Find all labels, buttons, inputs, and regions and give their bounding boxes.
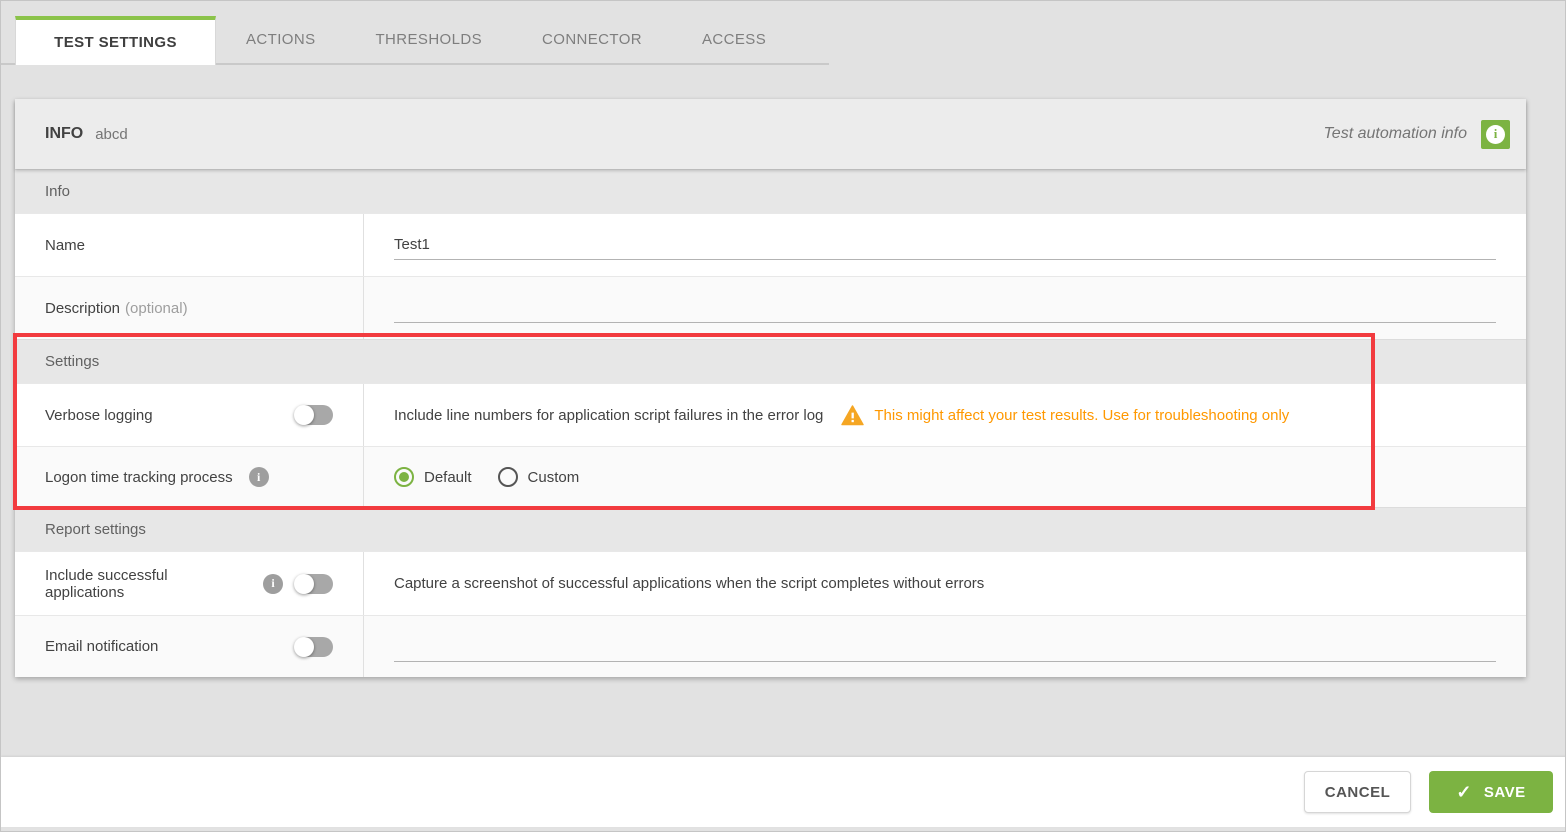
section-report-settings: Report settings: [15, 507, 1526, 551]
description-input[interactable]: [394, 293, 1496, 323]
email-notification-toggle[interactable]: [294, 636, 333, 657]
info-icon[interactable]: i: [1481, 119, 1510, 149]
panel-title: INFO: [45, 125, 84, 142]
panel-header: INFO abcd Test automation info i: [15, 99, 1526, 169]
email-notification-row: Email notification: [15, 615, 1526, 677]
tab-access[interactable]: ACCESS: [672, 16, 796, 63]
verbose-logging-label: Verbose logging: [15, 384, 364, 446]
name-input[interactable]: [394, 230, 1496, 260]
save-button[interactable]: ✓ SAVE: [1429, 771, 1553, 813]
settings-panel: INFO abcd Test automation info i Info Na…: [13, 99, 1526, 677]
radio-custom[interactable]: [497, 467, 518, 487]
include-successful-info-icon[interactable]: i: [263, 573, 283, 594]
name-row: Name: [15, 213, 1526, 276]
section-info: Info: [15, 169, 1526, 213]
logon-info-icon[interactable]: i: [248, 467, 269, 487]
radio-option-default[interactable]: Default: [394, 467, 472, 487]
panel-subtitle: abcd: [95, 125, 128, 143]
warning-icon: [841, 404, 865, 425]
tab-connector[interactable]: CONNECTOR: [512, 16, 672, 63]
include-successful-description: Capture a screenshot of successful appli…: [394, 575, 985, 592]
app-window: TEST SETTINGS ACTIONS THRESHOLDS CONNECT…: [0, 0, 1566, 832]
logon-tracking-label: Logon time tracking process i: [15, 447, 364, 507]
description-row: Description (optional): [15, 276, 1526, 339]
include-successful-row: Include successful applications i Captur…: [15, 551, 1526, 615]
check-icon: ✓: [1456, 781, 1472, 802]
description-label: Description (optional): [15, 277, 364, 339]
test-automation-info-label: Test automation info: [1323, 125, 1468, 142]
logon-tracking-row: Logon time tracking process i Default Cu…: [15, 446, 1526, 507]
email-notification-label: Email notification: [15, 616, 364, 677]
email-input[interactable]: [394, 631, 1496, 662]
verbose-warning-text: This might affect your test results. Use…: [874, 406, 1290, 424]
tab-thresholds[interactable]: THRESHOLDS: [345, 16, 512, 63]
tab-bar: TEST SETTINGS ACTIONS THRESHOLDS CONNECT…: [1, 16, 829, 65]
name-label: Name: [15, 214, 364, 276]
section-settings: Settings: [15, 339, 1526, 383]
verbose-logging-row: Verbose logging Include line numbers for…: [15, 383, 1526, 446]
verbose-logging-toggle[interactable]: [294, 405, 333, 425]
radio-option-custom[interactable]: Custom: [497, 467, 579, 487]
tab-actions[interactable]: ACTIONS: [216, 16, 345, 63]
verbose-description: Include line numbers for application scr…: [394, 406, 824, 424]
include-successful-label: Include successful applications i: [15, 552, 364, 615]
include-successful-toggle[interactable]: [294, 573, 333, 594]
footer-bar: CANCEL ✓ SAVE: [1, 757, 1565, 827]
tab-test-settings[interactable]: TEST SETTINGS: [15, 16, 216, 65]
cancel-button[interactable]: CANCEL: [1304, 771, 1411, 813]
radio-default[interactable]: [394, 467, 414, 487]
optional-hint: (optional): [125, 299, 188, 317]
